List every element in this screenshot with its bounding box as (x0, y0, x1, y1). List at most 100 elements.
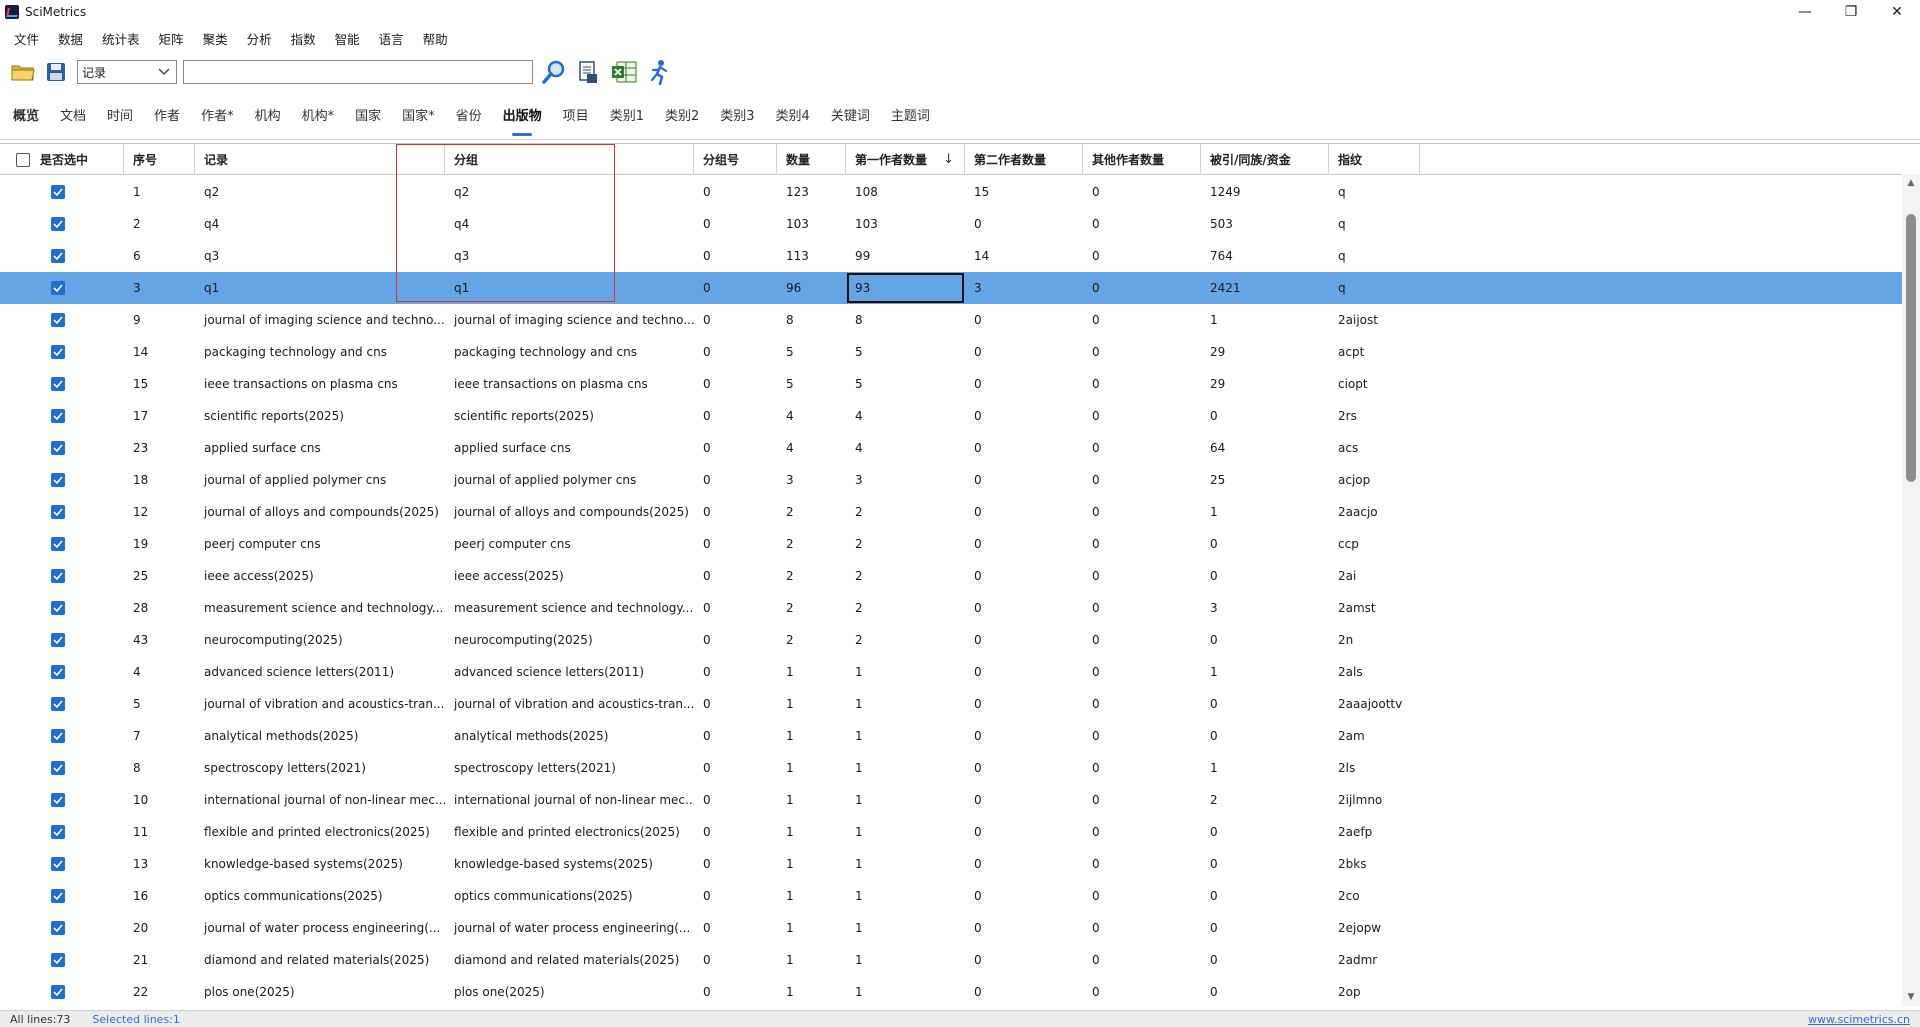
menu-index[interactable]: 指数 (291, 29, 316, 48)
cell-second-author-count[interactable]: 0 (965, 816, 1083, 848)
cell-record[interactable]: journal of vibration and acoustics-tran.… (195, 688, 445, 720)
cell-seq[interactable]: 23 (124, 432, 195, 464)
column-header-other-author-count[interactable]: 其他作者数量 (1083, 144, 1201, 175)
cell-record[interactable]: international journal of non-linear mec.… (195, 784, 445, 816)
cell-count[interactable]: 123 (777, 176, 846, 208)
cell-count[interactable]: 8 (777, 304, 846, 336)
scroll-down-icon[interactable]: ▼ (1902, 990, 1920, 1004)
cell-group-no[interactable]: 0 (694, 464, 777, 496)
cell-cited[interactable]: 2421 (1201, 272, 1329, 304)
cell-second-author-count[interactable]: 0 (965, 656, 1083, 688)
cell-record[interactable]: q3 (195, 240, 445, 272)
cell-fingerprint[interactable]: 2bks (1329, 848, 1420, 880)
tab-country-star[interactable]: 国家* (402, 90, 435, 140)
cell-cited[interactable]: 29 (1201, 336, 1329, 368)
cell-record[interactable]: q1 (195, 272, 445, 304)
cell-seq[interactable]: 10 (124, 784, 195, 816)
cell-seq[interactable]: 2 (124, 208, 195, 240)
table-row[interactable]: 20 journal of water process engineering(.… (0, 912, 1902, 944)
table-row[interactable]: 11 flexible and printed electronics(2025)… (0, 816, 1902, 848)
search-input[interactable] (183, 60, 533, 84)
cell-first-author-count[interactable]: 3 (846, 464, 965, 496)
column-header-record[interactable]: 记录 (195, 144, 445, 175)
cell-group-no[interactable]: 0 (694, 496, 777, 528)
table-row[interactable]: 14 packaging technology and cns packaging … (0, 336, 1902, 368)
column-header-cited[interactable]: 被引/同族/资金 (1201, 144, 1329, 175)
cell-cited[interactable]: 0 (1201, 848, 1329, 880)
row-checkbox[interactable] (51, 377, 65, 391)
cell-other-author-count[interactable]: 0 (1083, 560, 1201, 592)
row-checkbox[interactable] (51, 313, 65, 327)
cell-count[interactable]: 1 (777, 720, 846, 752)
cell-group-no[interactable]: 0 (694, 304, 777, 336)
cell-first-author-count[interactable]: 1 (846, 720, 965, 752)
cell-count[interactable]: 1 (777, 784, 846, 816)
cell-seq[interactable]: 8 (124, 752, 195, 784)
cell-record[interactable]: journal of imaging science and techno... (195, 304, 445, 336)
menu-file[interactable]: 文件 (14, 29, 39, 48)
select-all-checkbox[interactable] (16, 152, 30, 167)
table-row[interactable]: 4 advanced science letters(2011) advanced … (0, 656, 1902, 688)
tab-keywords[interactable]: 关键词 (831, 90, 870, 140)
cell-first-author-count[interactable]: 108 (846, 176, 965, 208)
table-row[interactable]: 5 journal of vibration and acoustics-tran… (0, 688, 1902, 720)
cell-group-no[interactable]: 0 (694, 912, 777, 944)
row-checkbox[interactable] (51, 761, 65, 775)
table-row[interactable]: 22 plos one(2025) plos one(2025) 0 1 1 0 0 0 2op (0, 976, 1902, 1007)
cell-group-no[interactable]: 0 (694, 944, 777, 976)
cell-other-author-count[interactable]: 0 (1083, 752, 1201, 784)
table-row[interactable]: 10 international journal of non-linear me… (0, 784, 1902, 816)
cell-first-author-count[interactable]: 5 (846, 336, 965, 368)
cell-first-author-count[interactable]: 1 (846, 656, 965, 688)
cell-first-author-count[interactable]: 1 (846, 912, 965, 944)
row-checkbox[interactable] (51, 697, 65, 711)
cell-other-author-count[interactable]: 0 (1083, 432, 1201, 464)
cell-record[interactable]: diamond and related materials(2025) (195, 944, 445, 976)
menu-matrix[interactable]: 矩阵 (159, 29, 184, 48)
cell-fingerprint[interactable]: ciopt (1329, 368, 1420, 400)
cell-group-no[interactable]: 0 (694, 816, 777, 848)
cell-first-author-count[interactable]: 2 (846, 624, 965, 656)
cell-second-author-count[interactable]: 0 (965, 688, 1083, 720)
cell-cited[interactable]: 0 (1201, 912, 1329, 944)
cell-fingerprint[interactable]: acs (1329, 432, 1420, 464)
row-checkbox[interactable] (51, 825, 65, 839)
cell-second-author-count[interactable]: 0 (965, 336, 1083, 368)
row-checkbox[interactable] (51, 473, 65, 487)
cell-other-author-count[interactable]: 0 (1083, 816, 1201, 848)
table-row[interactable]: 6 q3 q3 0 113 99 14 0 764 q (0, 240, 1902, 272)
table-row[interactable]: 43 neurocomputing(2025) neurocomputing(202… (0, 624, 1902, 656)
cell-cited[interactable]: 0 (1201, 560, 1329, 592)
cell-second-author-count[interactable]: 0 (965, 304, 1083, 336)
cell-seq[interactable]: 12 (124, 496, 195, 528)
cell-fingerprint[interactable]: 2als (1329, 656, 1420, 688)
cell-fingerprint[interactable]: 2aijost (1329, 304, 1420, 336)
cell-record[interactable]: knowledge-based systems(2025) (195, 848, 445, 880)
cell-seq[interactable]: 15 (124, 368, 195, 400)
cell-first-author-count[interactable]: 93 (846, 272, 965, 304)
cell-fingerprint[interactable]: 2aacjo (1329, 496, 1420, 528)
cell-second-author-count[interactable]: 0 (965, 528, 1083, 560)
cell-count[interactable]: 2 (777, 592, 846, 624)
minimize-button[interactable]: — (1782, 0, 1828, 24)
cell-group-no[interactable]: 0 (694, 976, 777, 1007)
cell-record[interactable]: packaging technology and cns (195, 336, 445, 368)
cell-fingerprint[interactable]: 2op (1329, 976, 1420, 1007)
scroll-up-icon[interactable]: ▲ (1902, 176, 1920, 190)
cell-first-author-count[interactable]: 99 (846, 240, 965, 272)
cell-group-no[interactable]: 0 (694, 368, 777, 400)
cell-cited[interactable]: 0 (1201, 720, 1329, 752)
cell-second-author-count[interactable]: 0 (965, 560, 1083, 592)
open-folder-icon[interactable] (10, 59, 36, 85)
cell-record[interactable]: scientific reports(2025) (195, 400, 445, 432)
cell-other-author-count[interactable]: 0 (1083, 496, 1201, 528)
cell-second-author-count[interactable]: 0 (965, 624, 1083, 656)
cell-group-no[interactable]: 0 (694, 848, 777, 880)
cell-fingerprint[interactable]: q (1329, 208, 1420, 240)
cell-group[interactable]: ieee access(2025) (445, 560, 694, 592)
field-select[interactable]: 记录 (77, 60, 177, 84)
cell-record[interactable]: flexible and printed electronics(2025) (195, 816, 445, 848)
cell-group[interactable]: knowledge-based systems(2025) (445, 848, 694, 880)
cell-other-author-count[interactable]: 0 (1083, 976, 1201, 1007)
tab-category2[interactable]: 类别2 (665, 90, 699, 140)
